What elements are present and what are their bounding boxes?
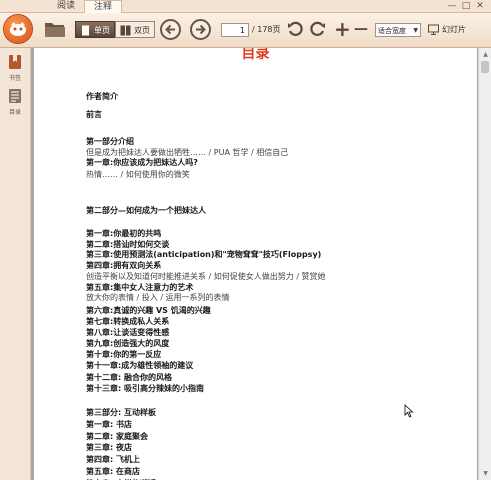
open-folder-icon[interactable] xyxy=(44,19,66,43)
maximize-button[interactable]: □ xyxy=(460,1,472,11)
toc-entry[interactable]: 第九章:创造强大的风度 xyxy=(86,338,169,349)
tab-annotate[interactable]: 注释 xyxy=(84,0,122,13)
toc-entry[interactable]: 放大你的表情 / 投入 / 运用一系列的表情 xyxy=(86,292,230,303)
toc-entry[interactable]: 第五章: 在商店 xyxy=(86,466,140,477)
page-number-input[interactable]: 1 xyxy=(221,23,249,37)
close-button[interactable]: ✕ xyxy=(474,1,486,11)
toc-entry[interactable]: 第四章:拥有双向关系 xyxy=(86,260,161,271)
single-page-label: 单页 xyxy=(94,26,110,35)
toc-entry[interactable]: 第一章:你最初的共鸣 xyxy=(86,228,161,239)
toc-entry[interactable]: 第三章: 夜店 xyxy=(86,442,132,453)
app-logo-icon[interactable] xyxy=(4,15,32,43)
tab-read[interactable]: 阅读 xyxy=(48,0,84,12)
tab-strip: 阅读 注释 — □ ✕ xyxy=(0,0,491,13)
double-page-button[interactable]: 双页 xyxy=(115,21,155,38)
single-page-button[interactable]: 单页 xyxy=(75,21,115,38)
toc-entry[interactable]: 创造平衡以及知道何时能推进关系 / 如何促使女人做出努力 / 赞赏她 xyxy=(86,271,326,282)
toc-entry[interactable]: 第十章:你的第一反应 xyxy=(86,349,161,360)
toc-entry[interactable]: 第十一章:成为雄性领袖的建议 xyxy=(86,360,193,371)
zoom-mode-select[interactable]: 适合宽度 ▼ xyxy=(375,23,421,37)
toc-entry[interactable]: 第十三章: 吸引高分辣妹的小指南 xyxy=(86,383,204,394)
vertical-scrollbar[interactable]: ▲ ▼ xyxy=(478,48,491,480)
toc-entry[interactable]: 第八章:让谈话变得性感 xyxy=(86,327,169,338)
toc-entry[interactable]: 第一章:你应该成为把妹达人吗? xyxy=(86,157,198,168)
toc-entry[interactable]: 第二章: 家庭聚会 xyxy=(86,431,148,442)
zoom-mode-value: 适合宽度 xyxy=(378,27,406,35)
toc-entry[interactable]: 第一部分介绍 xyxy=(86,136,134,147)
zoom-out-button[interactable]: — xyxy=(354,17,368,41)
sidebar-item-bookmarks[interactable]: 书签 xyxy=(4,54,26,82)
mouse-cursor-icon xyxy=(404,404,414,418)
slideshow-button[interactable]: 幻灯片 xyxy=(428,21,466,38)
sidebar-item-label: 目录 xyxy=(8,109,21,116)
single-page-icon xyxy=(82,25,89,36)
page-total: / 178页 xyxy=(252,25,281,34)
sidebar: 书签 目录 xyxy=(0,48,31,480)
toc-entry[interactable]: 第三部分: 互动样板 xyxy=(86,407,156,418)
arrow-right-icon xyxy=(196,24,206,35)
toc-entry[interactable]: 作者简介 xyxy=(86,91,118,102)
next-page-button[interactable] xyxy=(190,19,211,40)
page-title: 目录 xyxy=(241,48,270,62)
scrollbar-thumb[interactable] xyxy=(481,61,489,73)
toc-entry[interactable]: 前言 xyxy=(86,109,102,120)
toolbar: 单页 双页 1 / 178页 + — 适合宽度 ▼ 幻灯片 xyxy=(0,13,491,48)
slideshow-icon xyxy=(428,24,439,35)
toc-entry[interactable]: 第四章: 飞机上 xyxy=(86,454,140,465)
chevron-down-icon: ▼ xyxy=(413,27,418,34)
toc-icon xyxy=(9,89,21,103)
toc-entry[interactable]: 第一章: 书店 xyxy=(86,419,132,430)
toc-entry[interactable]: 第二部分—如何成为一个把妹达人 xyxy=(86,205,206,216)
toc-entry[interactable]: 第六章:真诚的兴趣 VS 饥渴的兴趣 xyxy=(86,305,211,316)
rotate-right-icon[interactable] xyxy=(310,21,326,41)
arrow-left-icon xyxy=(165,24,175,35)
toc-entry[interactable]: 第三章:使用预测法(anticipation)和"宠物耷耷"技巧(Floppsy… xyxy=(86,249,321,260)
zoom-in-button[interactable]: + xyxy=(334,17,351,41)
scroll-up-icon[interactable]: ▲ xyxy=(481,50,490,59)
toc-entry[interactable]: 热情…… / 如何使用你的微笑 xyxy=(86,169,190,180)
toc-entry[interactable]: 第七章:转换成私人关系 xyxy=(86,316,169,327)
prev-page-button[interactable] xyxy=(160,19,181,40)
minimize-button[interactable]: — xyxy=(446,1,458,11)
double-page-icon xyxy=(120,25,131,36)
sidebar-item-label: 书签 xyxy=(8,75,21,82)
slideshow-label: 幻灯片 xyxy=(442,25,466,34)
sidebar-item-toc[interactable]: 目录 xyxy=(4,88,26,116)
bookmark-icon xyxy=(9,55,21,69)
toc-entry[interactable]: 第十二章: 融合你的风格 xyxy=(86,372,172,383)
double-page-label: 双页 xyxy=(134,26,150,35)
rotate-left-icon[interactable] xyxy=(287,21,303,41)
scroll-down-icon[interactable]: ▼ xyxy=(481,469,490,478)
